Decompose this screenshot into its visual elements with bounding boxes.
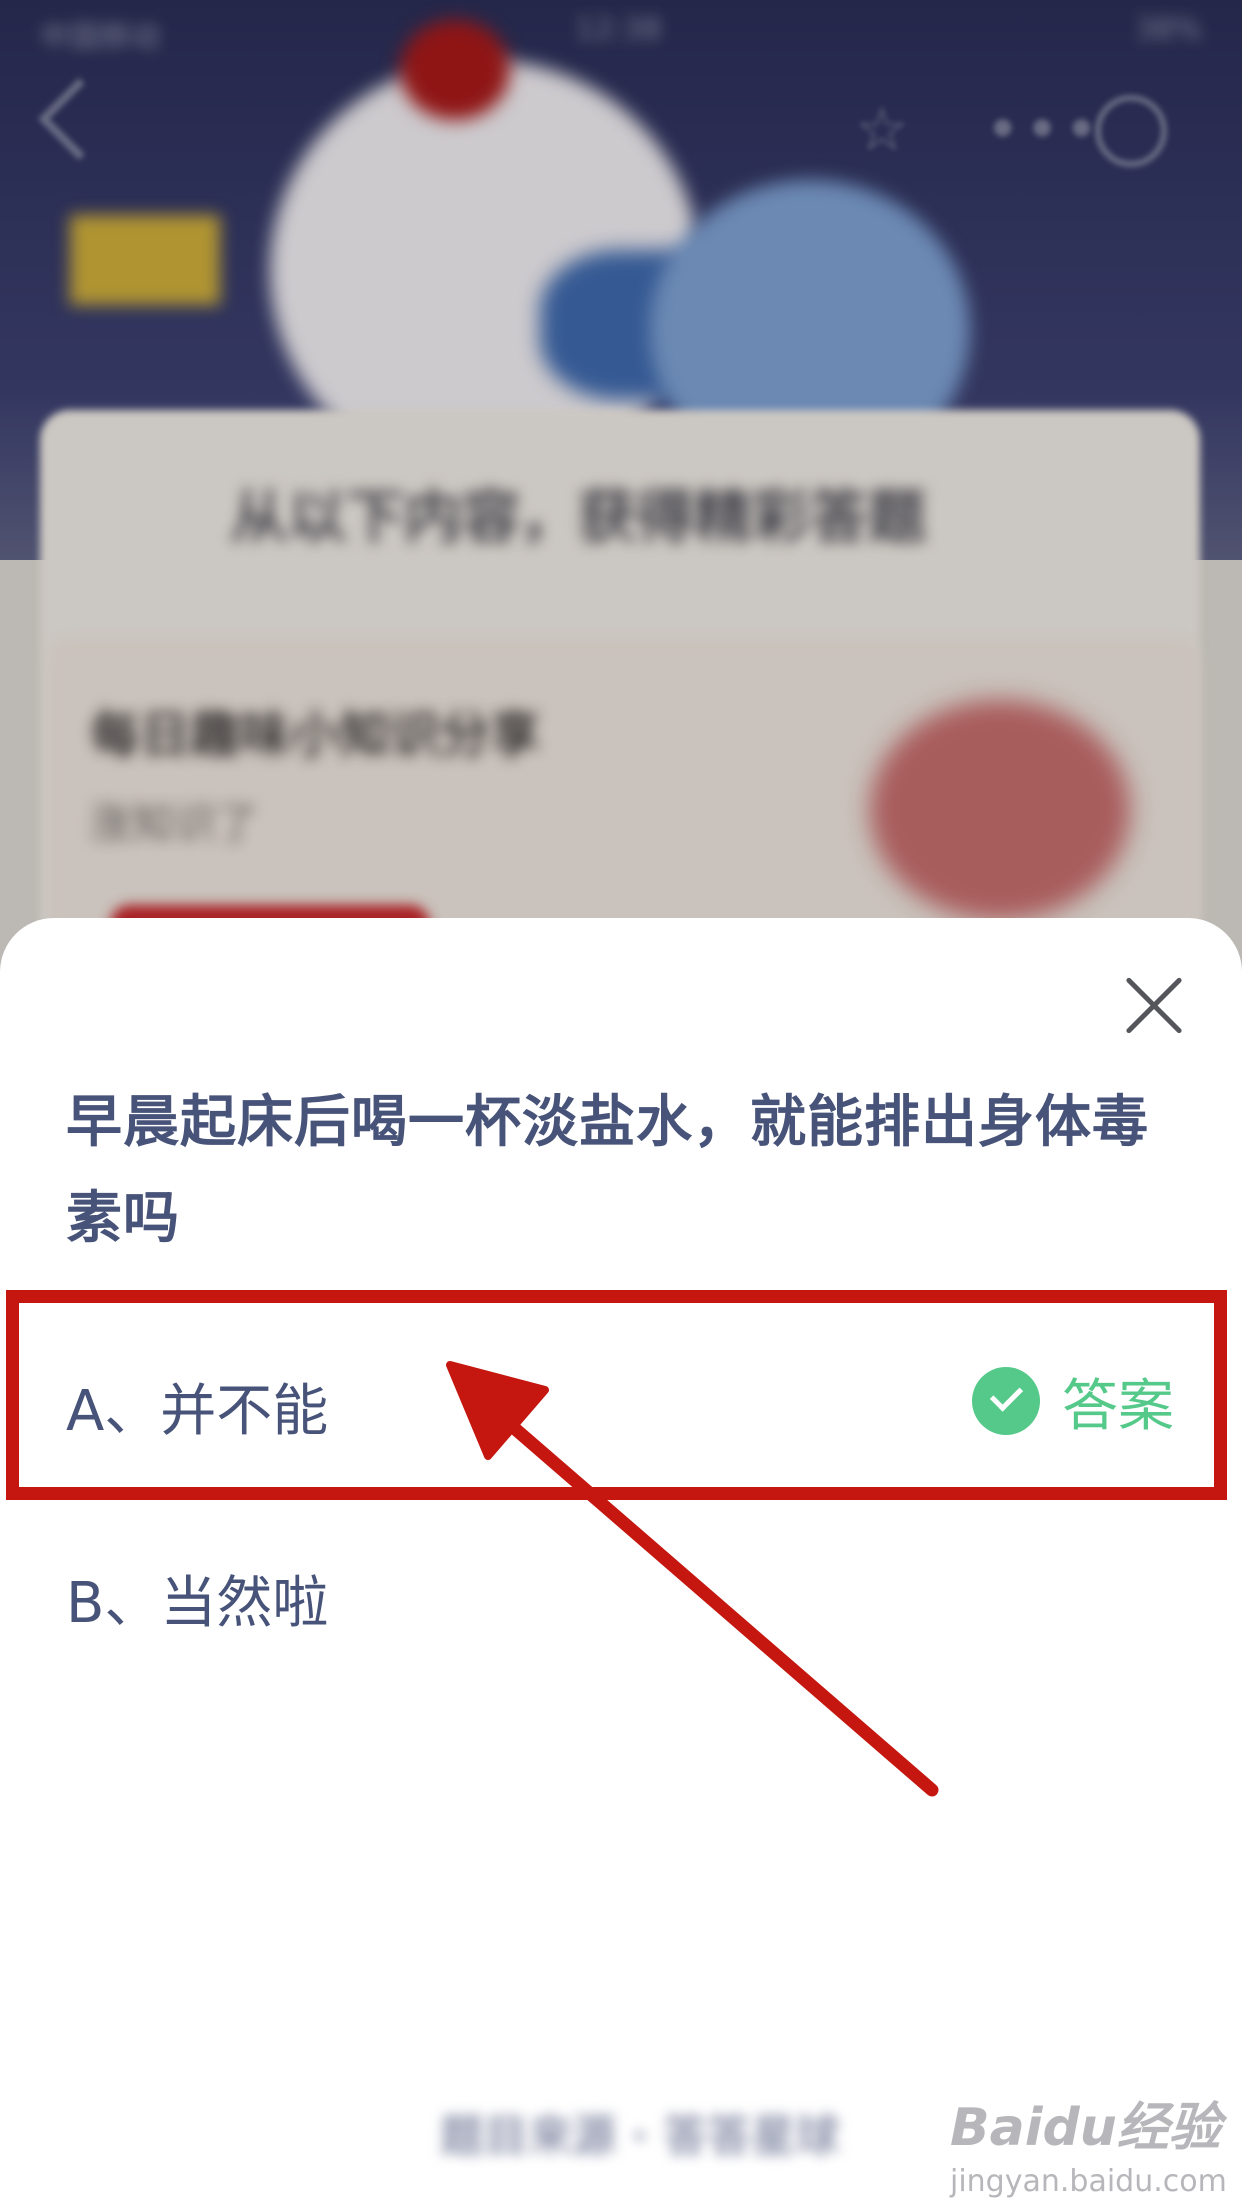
check-icon <box>972 1367 1040 1435</box>
quiz-question: 早晨起床后喝一杯淡盐水，就能排出身体毒素吗 <box>66 1090 1149 1251</box>
watermark-brand: Baidu经验 <box>950 2098 1221 2158</box>
option-b-label: B、当然啦 <box>66 1571 329 1636</box>
option-a[interactable]: A、并不能 答案 <box>0 1328 1242 1478</box>
option-a-label: A、并不能 <box>66 1379 329 1444</box>
footer-source: 题目来源 · 答答星球 <box>440 2111 840 2162</box>
answer-tag-label: 答案 <box>1062 1373 1174 1439</box>
option-b[interactable]: B、当然啦 <box>0 1520 1242 1670</box>
watermark-url: jingyan.baidu.com <box>950 2164 1227 2199</box>
close-icon[interactable] <box>1122 974 1186 1038</box>
screen: 中国移动 12:38 38% ☆ ••• 从以下内容，获得精彩答题 每日趣味小知… <box>0 0 1242 2208</box>
answer-tag: 答案 <box>972 1364 1174 1439</box>
watermark: Baidu经验 jingyan.baidu.com <box>950 2085 1227 2199</box>
